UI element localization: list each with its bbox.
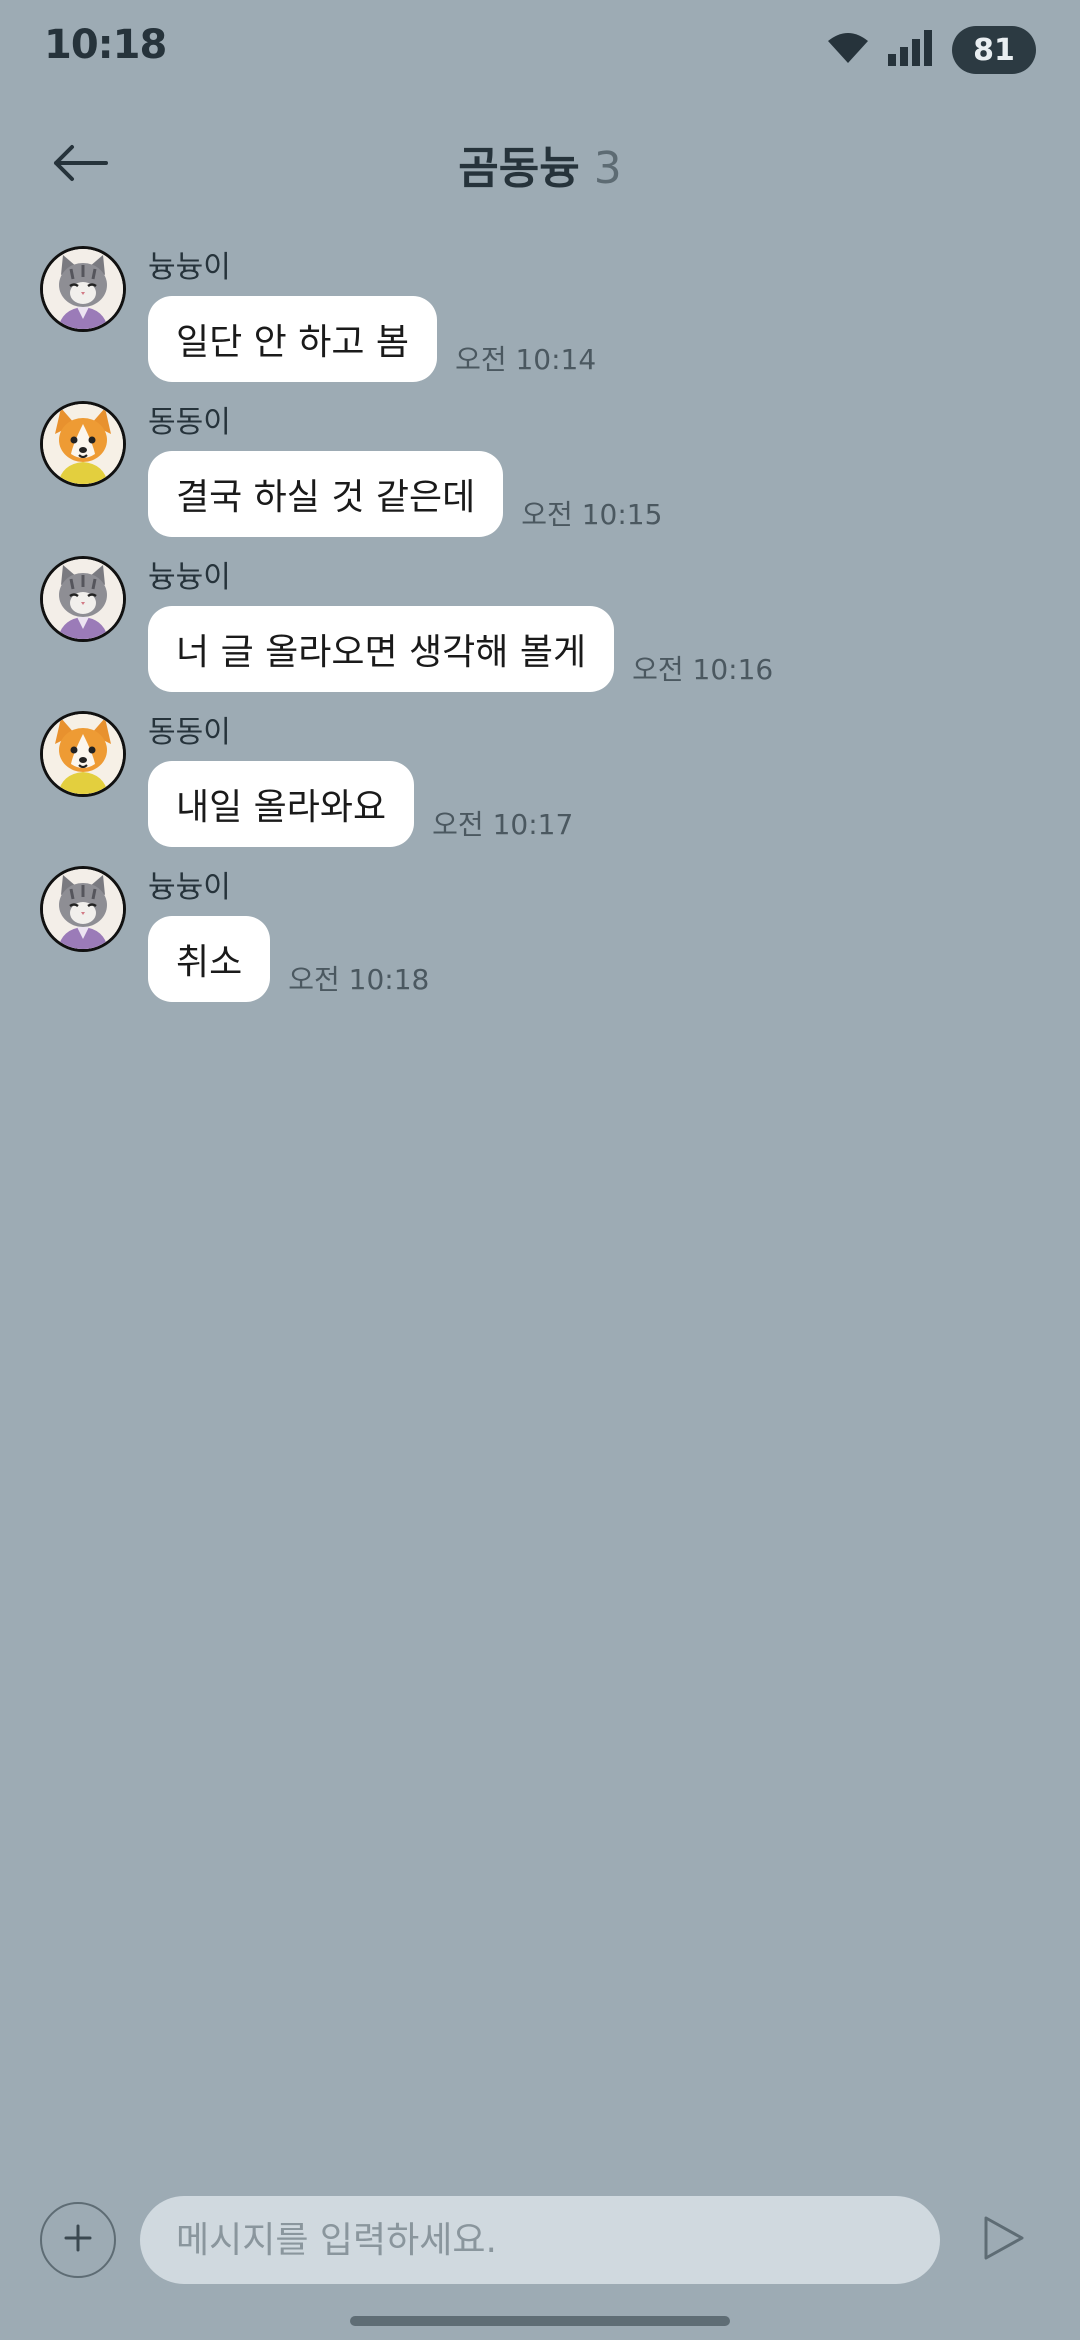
cat-avatar[interactable] bbox=[40, 866, 126, 952]
sender-name: 동동이 bbox=[148, 405, 231, 440]
message-bubble[interactable]: 너 글 올라오면 생각해 볼게 bbox=[148, 606, 615, 692]
dog-avatar[interactable] bbox=[40, 711, 126, 797]
bubble-row: 취소오전 10:18 bbox=[148, 916, 429, 1002]
dog-avatar[interactable] bbox=[40, 401, 126, 487]
plus-icon bbox=[62, 2222, 94, 2258]
bubble-row: 일단 안 하고 봄오전 10:14 bbox=[148, 296, 596, 382]
message-bubble[interactable]: 결국 하실 것 같은데 bbox=[148, 451, 504, 537]
message-time: 오전 10:17 bbox=[432, 808, 574, 841]
message-list: 늉늉이 일단 안 하고 봄 오전 10:14 동동이 결국 하실 것 같은데 오전 10:… bbox=[0, 240, 1080, 1015]
member-count: 3 bbox=[593, 143, 622, 194]
chat-title-wrap: 곰동늉 3 bbox=[0, 132, 1080, 196]
status-icons: 81 bbox=[826, 26, 1036, 74]
message-time: 오전 10:14 bbox=[455, 343, 597, 376]
message-bubble[interactable]: 일단 안 하고 봄 bbox=[148, 296, 438, 382]
status-time: 10:18 bbox=[44, 22, 167, 68]
message-bubble[interactable]: 내일 올라와요 bbox=[148, 761, 415, 847]
message-row: 동동이내일 올라와요오전 10:17 bbox=[0, 705, 1080, 860]
sender-name: 늉늉이 bbox=[148, 250, 231, 285]
message-row: 늉늉이취소오전 10:18 bbox=[0, 860, 1080, 1015]
message-bubble[interactable]: 취소 bbox=[148, 916, 271, 1002]
send-button[interactable] bbox=[974, 2210, 1034, 2270]
send-icon bbox=[982, 2214, 1026, 2266]
sender-name: 동동이 bbox=[148, 715, 231, 750]
message-time: 오전 10:15 bbox=[521, 498, 663, 531]
message-row: 동동이결국 하실 것 같은데오전 10:15 bbox=[0, 395, 1080, 550]
battery-icon: 81 bbox=[952, 26, 1036, 74]
chat-header: 곰동늉 3 bbox=[0, 110, 1080, 220]
bubble-row: 내일 올라와요오전 10:17 bbox=[148, 761, 573, 847]
home-indicator bbox=[350, 2316, 730, 2326]
message-time: 오전 10:16 bbox=[632, 653, 774, 686]
chat-title: 곰동늉 bbox=[458, 143, 580, 194]
sender-name: 늉늉이 bbox=[148, 560, 231, 595]
cat-avatar[interactable] bbox=[40, 556, 126, 642]
wifi-icon bbox=[826, 31, 870, 69]
status-bar: 10:18 81 bbox=[0, 0, 1080, 100]
message-time: 오전 10:18 bbox=[288, 963, 430, 996]
bubble-row: 너 글 올라오면 생각해 볼게오전 10:16 bbox=[148, 606, 773, 692]
bubble-row: 결국 하실 것 같은데오전 10:15 bbox=[148, 451, 662, 537]
message-row: 늉늉이너 글 올라오면 생각해 볼게오전 10:16 bbox=[0, 550, 1080, 705]
input-bar bbox=[0, 2190, 1080, 2290]
signal-icon bbox=[888, 30, 934, 70]
sender-name: 늉늉이 bbox=[148, 870, 231, 905]
add-button[interactable] bbox=[40, 2202, 116, 2278]
message-input[interactable] bbox=[140, 2196, 940, 2284]
message-row: 늉늉이일단 안 하고 봄오전 10:14 bbox=[0, 240, 1080, 395]
cat-avatar[interactable] bbox=[40, 246, 126, 332]
